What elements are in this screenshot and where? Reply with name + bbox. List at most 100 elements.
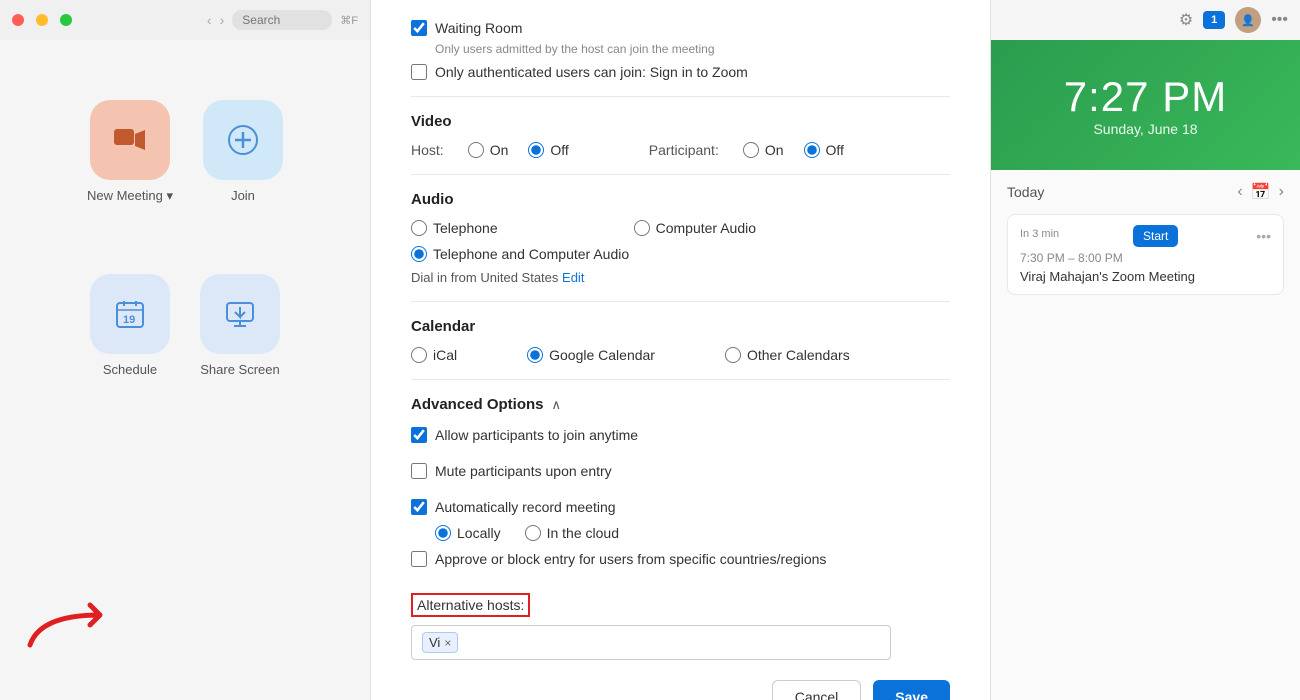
- telephone-computer-option[interactable]: Telephone and Computer Audio: [411, 246, 950, 262]
- allow-participants-checkbox[interactable]: [411, 427, 427, 443]
- dial-in-row: Dial in from United States Edit: [411, 270, 950, 285]
- schedule-icon: 19: [90, 274, 170, 354]
- date: Sunday, June 18: [1093, 121, 1197, 137]
- mute-participants-row: Mute participants upon entry: [411, 463, 950, 479]
- maximize-icon[interactable]: [60, 14, 72, 26]
- host-tag-remove[interactable]: ×: [444, 636, 451, 650]
- cancel-button[interactable]: Cancel: [772, 680, 862, 700]
- window-controls: [12, 14, 72, 26]
- waiting-room-label[interactable]: Waiting Room: [435, 20, 522, 36]
- mute-participants-checkbox[interactable]: [411, 463, 427, 479]
- authenticated-label[interactable]: Only authenticated users can join: Sign …: [435, 64, 748, 80]
- share-screen-icon: [200, 274, 280, 354]
- telephone-computer-label[interactable]: Telephone and Computer Audio: [433, 246, 629, 262]
- notification-badge[interactable]: 1: [1203, 11, 1225, 29]
- other-calendars-option[interactable]: Other Calendars: [725, 347, 850, 363]
- event-title: Viraj Mahajan's Zoom Meeting: [1020, 269, 1271, 284]
- audio-options: Telephone Computer Audio: [411, 220, 950, 236]
- alt-hosts-input-row[interactable]: Vi ×: [411, 625, 891, 660]
- gear-icon[interactable]: ⚙: [1179, 10, 1193, 30]
- participant-on-label[interactable]: On: [765, 142, 784, 158]
- right-panel: ⚙ 1 👤 ••• 7:27 PM Sunday, June 18 Today …: [990, 0, 1300, 700]
- svg-text:19: 19: [123, 314, 135, 326]
- modal-footer: Cancel Save: [411, 660, 950, 700]
- ical-label[interactable]: iCal: [433, 347, 457, 363]
- new-meeting-label: New Meeting ▾: [87, 188, 173, 204]
- divider-video: [411, 96, 950, 97]
- share-screen-label: Share Screen: [200, 362, 280, 377]
- divider-advanced: [411, 379, 950, 380]
- google-calendar-option[interactable]: Google Calendar: [527, 347, 655, 363]
- host-tag: Vi ×: [422, 632, 458, 653]
- host-on-option[interactable]: On: [468, 142, 509, 158]
- minimize-icon[interactable]: [36, 14, 48, 26]
- prev-arrow[interactable]: ‹: [1237, 183, 1242, 201]
- host-tag-value: Vi: [429, 635, 440, 650]
- mute-participants-label[interactable]: Mute participants upon entry: [435, 463, 612, 479]
- event-header-row: In 3 min Start •••: [1020, 225, 1271, 247]
- telephone-label[interactable]: Telephone: [433, 220, 498, 236]
- google-calendar-label[interactable]: Google Calendar: [549, 347, 655, 363]
- participant-off-label[interactable]: Off: [826, 142, 844, 158]
- calendar-small-icon[interactable]: 📅: [1251, 182, 1271, 202]
- allow-participants-label[interactable]: Allow participants to join anytime: [435, 427, 638, 443]
- sidebar: ‹ › ⌘F New Meeting ▾ Join: [0, 0, 370, 700]
- advanced-options-title: Advanced Options: [411, 396, 544, 413]
- event-in-min: In 3 min: [1020, 228, 1059, 240]
- search-input[interactable]: [232, 10, 332, 30]
- join-label: Join: [231, 188, 255, 203]
- computer-audio-option[interactable]: Computer Audio: [634, 220, 756, 236]
- schedule-btn[interactable]: 19 Schedule: [90, 274, 170, 377]
- more-options-icon[interactable]: •••: [1271, 11, 1288, 29]
- next-arrow[interactable]: ›: [1279, 183, 1284, 201]
- video-section-title: Video: [411, 113, 950, 130]
- share-screen-btn[interactable]: Share Screen: [200, 274, 280, 377]
- new-meeting-btn[interactable]: New Meeting ▾: [87, 100, 173, 204]
- close-icon[interactable]: [12, 14, 24, 26]
- save-button[interactable]: Save: [873, 680, 950, 700]
- clock-display: 7:27 PM Sunday, June 18: [991, 40, 1300, 170]
- advanced-options-header[interactable]: Advanced Options ∧: [411, 396, 950, 413]
- participant-on-option[interactable]: On: [743, 142, 784, 158]
- auto-record-row: Automatically record meeting: [411, 499, 950, 515]
- advanced-options-toggle-icon: ∧: [552, 397, 562, 413]
- approve-block-row: Approve or block entry for users from sp…: [411, 551, 950, 567]
- locally-label[interactable]: Locally: [457, 525, 501, 541]
- auto-record-checkbox[interactable]: [411, 499, 427, 515]
- secondary-actions-row: 19 Schedule Share Screen: [90, 274, 280, 377]
- participant-off-option[interactable]: Off: [804, 142, 844, 158]
- calendar-options: iCal Google Calendar Other Calendars: [411, 347, 950, 363]
- divider-audio: [411, 174, 950, 175]
- host-on-label[interactable]: On: [490, 142, 509, 158]
- locally-option[interactable]: Locally: [435, 525, 501, 541]
- approve-block-label[interactable]: Approve or block entry for users from sp…: [435, 551, 826, 567]
- authenticated-row: Only authenticated users can join: Sign …: [411, 64, 950, 80]
- other-calendars-label[interactable]: Other Calendars: [747, 347, 850, 363]
- event-more-icon[interactable]: •••: [1256, 228, 1271, 244]
- waiting-room-desc: Only users admitted by the host can join…: [435, 42, 950, 56]
- computer-audio-label[interactable]: Computer Audio: [656, 220, 756, 236]
- authenticated-checkbox[interactable]: [411, 64, 427, 80]
- auto-record-label[interactable]: Automatically record meeting: [435, 499, 616, 515]
- today-header: Today ‹ 📅 ›: [1007, 182, 1284, 202]
- calendar-panel-body: Today ‹ 📅 › In 3 min Start ••• 7:30 PM –…: [991, 170, 1300, 700]
- calendar-section-title: Calendar: [411, 318, 950, 335]
- edit-link[interactable]: Edit: [562, 270, 584, 285]
- start-button[interactable]: Start: [1133, 225, 1178, 247]
- shortcut-label: ⌘F: [340, 14, 358, 27]
- approve-block-checkbox[interactable]: [411, 551, 427, 567]
- host-off-option[interactable]: Off: [528, 142, 568, 158]
- cloud-option[interactable]: In the cloud: [525, 525, 619, 541]
- join-btn[interactable]: Join: [203, 100, 283, 204]
- advanced-checkboxes: Allow participants to join anytime Mute …: [411, 427, 950, 577]
- forward-icon[interactable]: ›: [220, 12, 225, 28]
- back-icon[interactable]: ‹: [207, 12, 212, 28]
- in-the-cloud-label[interactable]: In the cloud: [547, 525, 619, 541]
- host-off-label[interactable]: Off: [550, 142, 568, 158]
- join-icon: [203, 100, 283, 180]
- waiting-room-checkbox[interactable]: [411, 20, 427, 36]
- avatar[interactable]: 👤: [1235, 7, 1261, 33]
- auto-record-section: Automatically record meeting Locally In …: [411, 499, 950, 541]
- ical-option[interactable]: iCal: [411, 347, 457, 363]
- telephone-option[interactable]: Telephone: [411, 220, 498, 236]
